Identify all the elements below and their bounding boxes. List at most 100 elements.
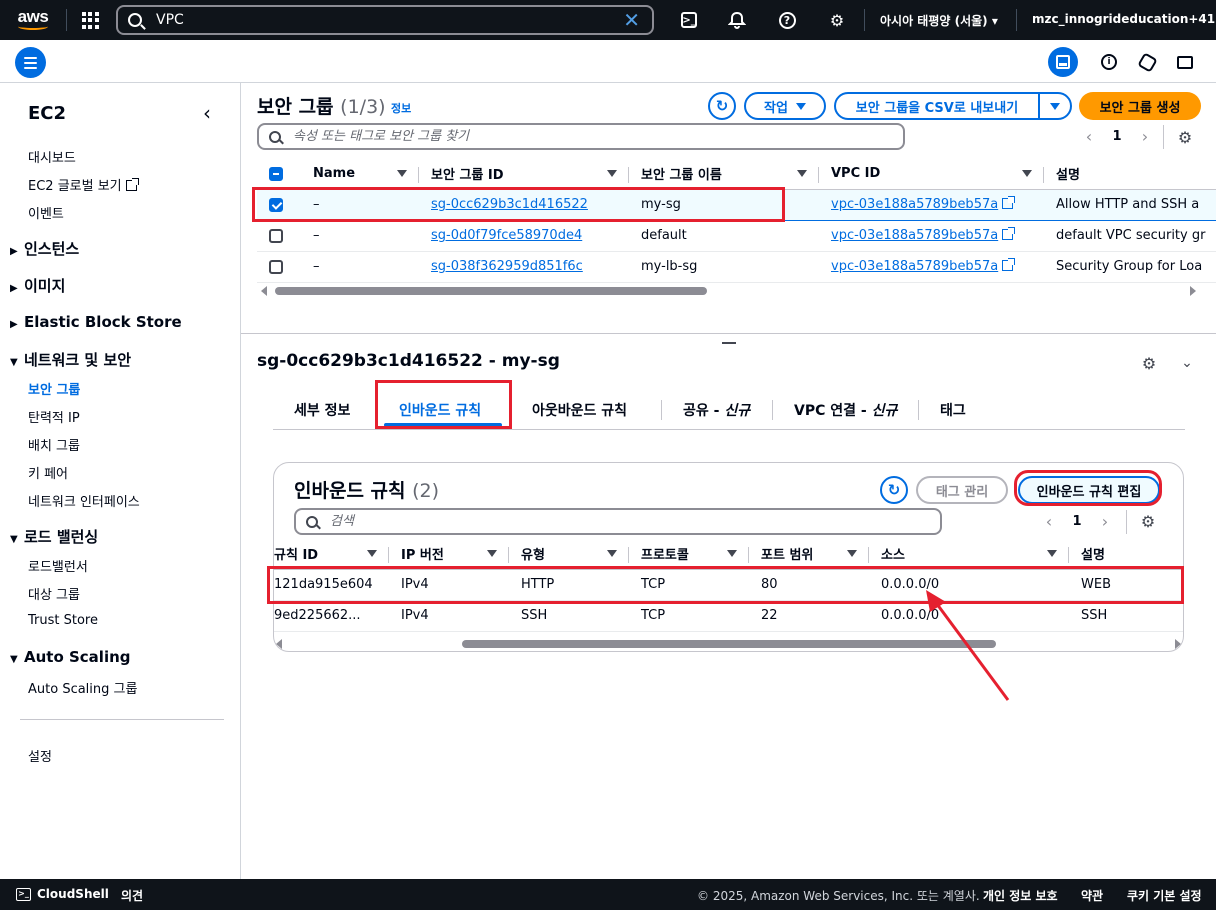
cloudshell-link[interactable]: CloudShell [37, 887, 109, 901]
detail-preferences-gear-icon[interactable]: ⚙ [1138, 352, 1160, 374]
row-checkbox[interactable] [269, 259, 283, 274]
column-header-source[interactable]: 소스 [869, 539, 1069, 570]
split-panel-icon[interactable] [1048, 47, 1078, 77]
next-page-icon[interactable]: › [1092, 512, 1118, 531]
column-header-vpc-id[interactable]: VPC ID [819, 159, 1044, 190]
table-row[interactable]: – sg-0d0f79fce58970de4 default vpc-03e18… [257, 220, 1216, 252]
hamburger-menu-icon[interactable] [15, 47, 46, 78]
select-all-header[interactable] [257, 159, 301, 190]
select-all-checkbox[interactable] [269, 166, 283, 181]
rules-search[interactable] [294, 508, 942, 535]
column-header-port-range[interactable]: 포트 범위 [749, 539, 869, 570]
cloudshell-icon[interactable]: >_ [670, 0, 708, 40]
info-panel-icon[interactable]: i [1094, 47, 1124, 77]
global-search-input[interactable] [156, 12, 596, 28]
sidebar-item-trust-store[interactable]: Trust Store [28, 613, 98, 628]
sidebar-section-instances[interactable]: ▶ 인스턴스 [10, 238, 79, 259]
tab-outbound-rules[interactable]: 아웃바운드 규칙 [532, 400, 627, 420]
sidebar-item-global-view[interactable]: EC2 글로벌 보기 [28, 175, 139, 194]
sidebar-item-target-groups[interactable]: 대상 그룹 [28, 584, 80, 603]
export-csv-button[interactable]: 보안 그룹을 CSV로 내보내기 [834, 92, 1040, 120]
help-icon[interactable]: ? [768, 0, 806, 40]
next-page-icon[interactable]: › [1132, 127, 1158, 146]
sidebar-item-placement-groups[interactable]: 배치 그룹 [28, 435, 80, 454]
terms-link[interactable]: 약관 [1081, 887, 1103, 904]
sidebar-section-auto-scaling[interactable]: ▼ Auto Scaling [10, 648, 131, 666]
sidebar-item-load-balancers[interactable]: 로드밸런서 [28, 556, 88, 575]
column-header-sg-name[interactable]: 보안 그룹 이름 [629, 159, 819, 190]
sidebar-item-security-groups[interactable]: 보안 그룹 [28, 379, 80, 398]
sidebar-section-images[interactable]: ▶ 이미지 [10, 275, 65, 296]
manage-tags-button[interactable]: 태그 관리 [916, 476, 1008, 504]
vpc-id-link[interactable]: vpc-03e188a5789beb57a [831, 259, 998, 274]
tab-tags[interactable]: 태그 [940, 400, 966, 420]
row-checkbox[interactable] [269, 228, 283, 243]
refresh-rules-button[interactable]: ↻ [880, 476, 908, 504]
column-header-description[interactable]: 설명 [1069, 539, 1183, 570]
settings-gear-icon[interactable]: ⚙ [818, 0, 856, 40]
column-header-sg-id[interactable]: 보안 그룹 ID [419, 159, 629, 190]
table-row[interactable]: 121da915e604 IPv4 HTTP TCP 80 0.0.0.0/0 … [274, 569, 1183, 601]
edit-inbound-rules-button[interactable]: 인바운드 규칙 편집 [1018, 476, 1160, 504]
sidebar-item-key-pairs[interactable]: 키 페어 [28, 463, 68, 482]
table-row[interactable]: – sg-0cc629b3c1d416522 my-sg vpc-03e188a… [257, 188, 1216, 221]
region-selector[interactable]: 아시아 태평양 (서울) ▾ [880, 12, 998, 29]
sidebar-section-ebs[interactable]: ▶ Elastic Block Store [10, 313, 182, 331]
column-header-ip-version[interactable]: IP 버전 [389, 539, 509, 570]
column-header-rule-id[interactable]: 규칙 ID [274, 539, 389, 570]
table-row[interactable]: 9ed225662... IPv4 SSH TCP 22 0.0.0.0/0 S… [274, 600, 1183, 632]
actions-button[interactable]: 작업 [744, 92, 826, 120]
cookie-preferences-link[interactable]: 쿠키 기본 설정 [1127, 887, 1202, 904]
security-group-filter[interactable] [257, 123, 905, 150]
info-link[interactable]: 정보 [391, 100, 411, 116]
monitor-icon[interactable] [1170, 47, 1200, 77]
sidebar-item-events[interactable]: 이벤트 [28, 203, 64, 222]
sidebar-item-dashboard[interactable]: 대시보드 [28, 147, 76, 166]
vpc-id-link[interactable]: vpc-03e188a5789beb57a [831, 228, 998, 243]
sg-id-link[interactable]: sg-0d0f79fce58970de4 [431, 228, 582, 243]
split-panel-drag-handle[interactable] [722, 342, 736, 344]
hexagon-icon[interactable] [1132, 47, 1162, 77]
current-page[interactable]: 1 [1062, 514, 1092, 529]
feedback-link[interactable]: 의견 [121, 887, 143, 904]
clear-search-icon[interactable]: ✕ [623, 10, 640, 30]
column-header-description[interactable]: 설명 [1044, 159, 1216, 190]
notifications-bell-icon[interactable] [718, 0, 756, 40]
scrollbar-thumb[interactable] [275, 287, 707, 295]
tab-inbound-rules[interactable]: 인바운드 규칙 [399, 400, 481, 420]
tab-sharing[interactable]: 공유 - 신규 [683, 400, 750, 420]
sidebar-section-load-balancing[interactable]: ▼ 로드 밸런싱 [10, 526, 98, 547]
current-page[interactable]: 1 [1102, 129, 1132, 144]
security-group-filter-input[interactable] [293, 129, 809, 144]
horizontal-scrollbar[interactable] [261, 286, 1196, 296]
sidebar-item-settings[interactable]: 설정 [28, 746, 52, 765]
privacy-link[interactable]: 개인 정보 보호 [983, 887, 1058, 904]
create-security-group-button[interactable]: 보안 그룹 생성 [1079, 92, 1201, 120]
table-row[interactable]: – sg-038f362959d851f6c my-lb-sg vpc-03e1… [257, 251, 1216, 283]
sg-id-link[interactable]: sg-038f362959d851f6c [431, 259, 583, 274]
export-dropdown-button[interactable] [1038, 92, 1072, 120]
column-header-name[interactable]: Name [301, 159, 419, 190]
column-header-type[interactable]: 유형 [509, 539, 629, 570]
sidebar-item-auto-scaling-groups[interactable]: Auto Scaling 그룹 [28, 678, 137, 697]
sidebar-section-network[interactable]: ▼ 네트워크 및 보안 [10, 349, 131, 370]
table-preferences-gear-icon[interactable]: ⚙ [1174, 126, 1196, 148]
rules-search-input[interactable] [330, 514, 846, 529]
column-header-protocol[interactable]: 프로토콜 [629, 539, 749, 570]
rules-preferences-gear-icon[interactable]: ⚙ [1137, 510, 1159, 532]
tab-vpc-associations[interactable]: VPC 연결 - 신규 [794, 400, 897, 420]
sidebar-item-network-interfaces[interactable]: 네트워크 인터페이스 [28, 491, 140, 510]
prev-page-icon[interactable]: ‹ [1036, 512, 1062, 531]
global-search[interactable]: ✕ [116, 5, 654, 35]
services-grid-icon[interactable] [67, 0, 113, 40]
tab-details[interactable]: 세부 정보 [294, 400, 350, 420]
sidebar-item-elastic-ip[interactable]: 탄력적 IP [28, 407, 80, 426]
collapse-sidebar-icon[interactable]: ‹ [203, 101, 211, 125]
account-menu[interactable]: mzc_innogrideducation+41 [1032, 12, 1215, 26]
cloudshell-icon[interactable]: >_ [16, 888, 31, 901]
row-checkbox[interactable] [269, 197, 283, 212]
rules-horizontal-scrollbar[interactable] [276, 639, 1181, 649]
refresh-button[interactable]: ↻ [708, 92, 736, 120]
vpc-id-link[interactable]: vpc-03e188a5789beb57a [831, 197, 998, 212]
collapse-panel-chevron-icon[interactable]: ⌄ [1176, 352, 1198, 374]
